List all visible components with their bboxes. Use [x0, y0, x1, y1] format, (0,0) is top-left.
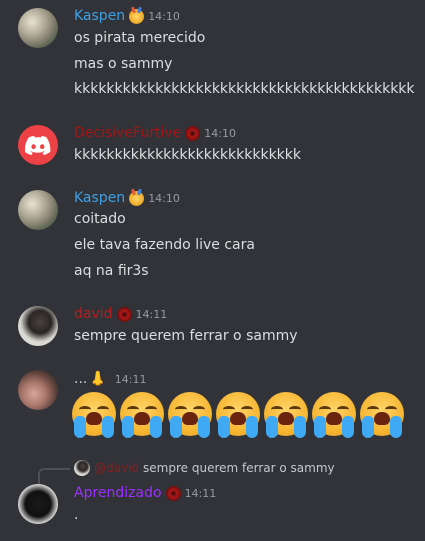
- username[interactable]: Kaspen: [74, 8, 125, 24]
- loudly-crying-face-icon: [72, 392, 116, 438]
- reply-connector: [38, 468, 70, 486]
- role-icon: [116, 306, 132, 322]
- medal-icon: [129, 8, 145, 24]
- username[interactable]: david: [74, 306, 113, 322]
- timestamp: 14:11: [135, 307, 168, 321]
- message-text: mas o sammy: [74, 56, 173, 72]
- role-icon: [165, 485, 181, 501]
- avatar[interactable]: [18, 370, 58, 410]
- timestamp: 14:11: [184, 486, 217, 500]
- avatar[interactable]: [18, 190, 58, 230]
- message-text: os pirata merecido: [74, 30, 206, 46]
- loudly-crying-face-icon: [216, 392, 260, 438]
- discord-logo-icon: [25, 135, 51, 155]
- reply-text[interactable]: sempre querem ferrar o sammy: [143, 461, 335, 475]
- avatar[interactable]: [18, 8, 58, 48]
- username[interactable]: ...: [74, 371, 87, 387]
- loudly-crying-face-icon: [360, 392, 404, 438]
- reply-author[interactable]: @david: [94, 461, 139, 475]
- message-text: sempre querem ferrar o sammy: [74, 328, 298, 344]
- message-text: ele tava fazendo live cara: [74, 237, 255, 253]
- medal-icon: [129, 190, 145, 206]
- message-text: .: [74, 507, 79, 523]
- message-text: coitado: [74, 211, 126, 227]
- username[interactable]: Aprendizado: [74, 485, 162, 501]
- avatar[interactable]: [18, 306, 58, 346]
- reply-preview[interactable]: @david sempre querem ferrar o sammy: [74, 460, 335, 476]
- avatar[interactable]: [18, 125, 58, 165]
- emoji-row: [72, 392, 404, 438]
- message-text: aq na fir3s: [74, 263, 149, 279]
- avatar[interactable]: [18, 484, 58, 524]
- loudly-crying-face-icon: [120, 392, 164, 438]
- reply-avatar: [74, 460, 90, 476]
- timestamp: 14:11: [114, 372, 147, 386]
- timestamp: 14:10: [148, 191, 180, 205]
- nose-icon: 👃: [89, 371, 107, 387]
- username[interactable]: Kaspen: [74, 190, 125, 206]
- role-icon: [185, 125, 201, 141]
- message-text: kkkkkkkkkkkkkkkkkkkkkkkkkkkk: [74, 147, 302, 163]
- loudly-crying-face-icon: [264, 392, 308, 438]
- message-text: kkkkkkkkkkkkkkkkkkkkkkkkkkkkkkkkkkkkkkkk…: [74, 81, 415, 97]
- timestamp: 14:10: [148, 9, 180, 23]
- loudly-crying-face-icon: [168, 392, 212, 438]
- timestamp: 14:10: [204, 126, 236, 140]
- username[interactable]: DecisiveFurtive: [74, 125, 181, 141]
- loudly-crying-face-icon: [312, 392, 356, 438]
